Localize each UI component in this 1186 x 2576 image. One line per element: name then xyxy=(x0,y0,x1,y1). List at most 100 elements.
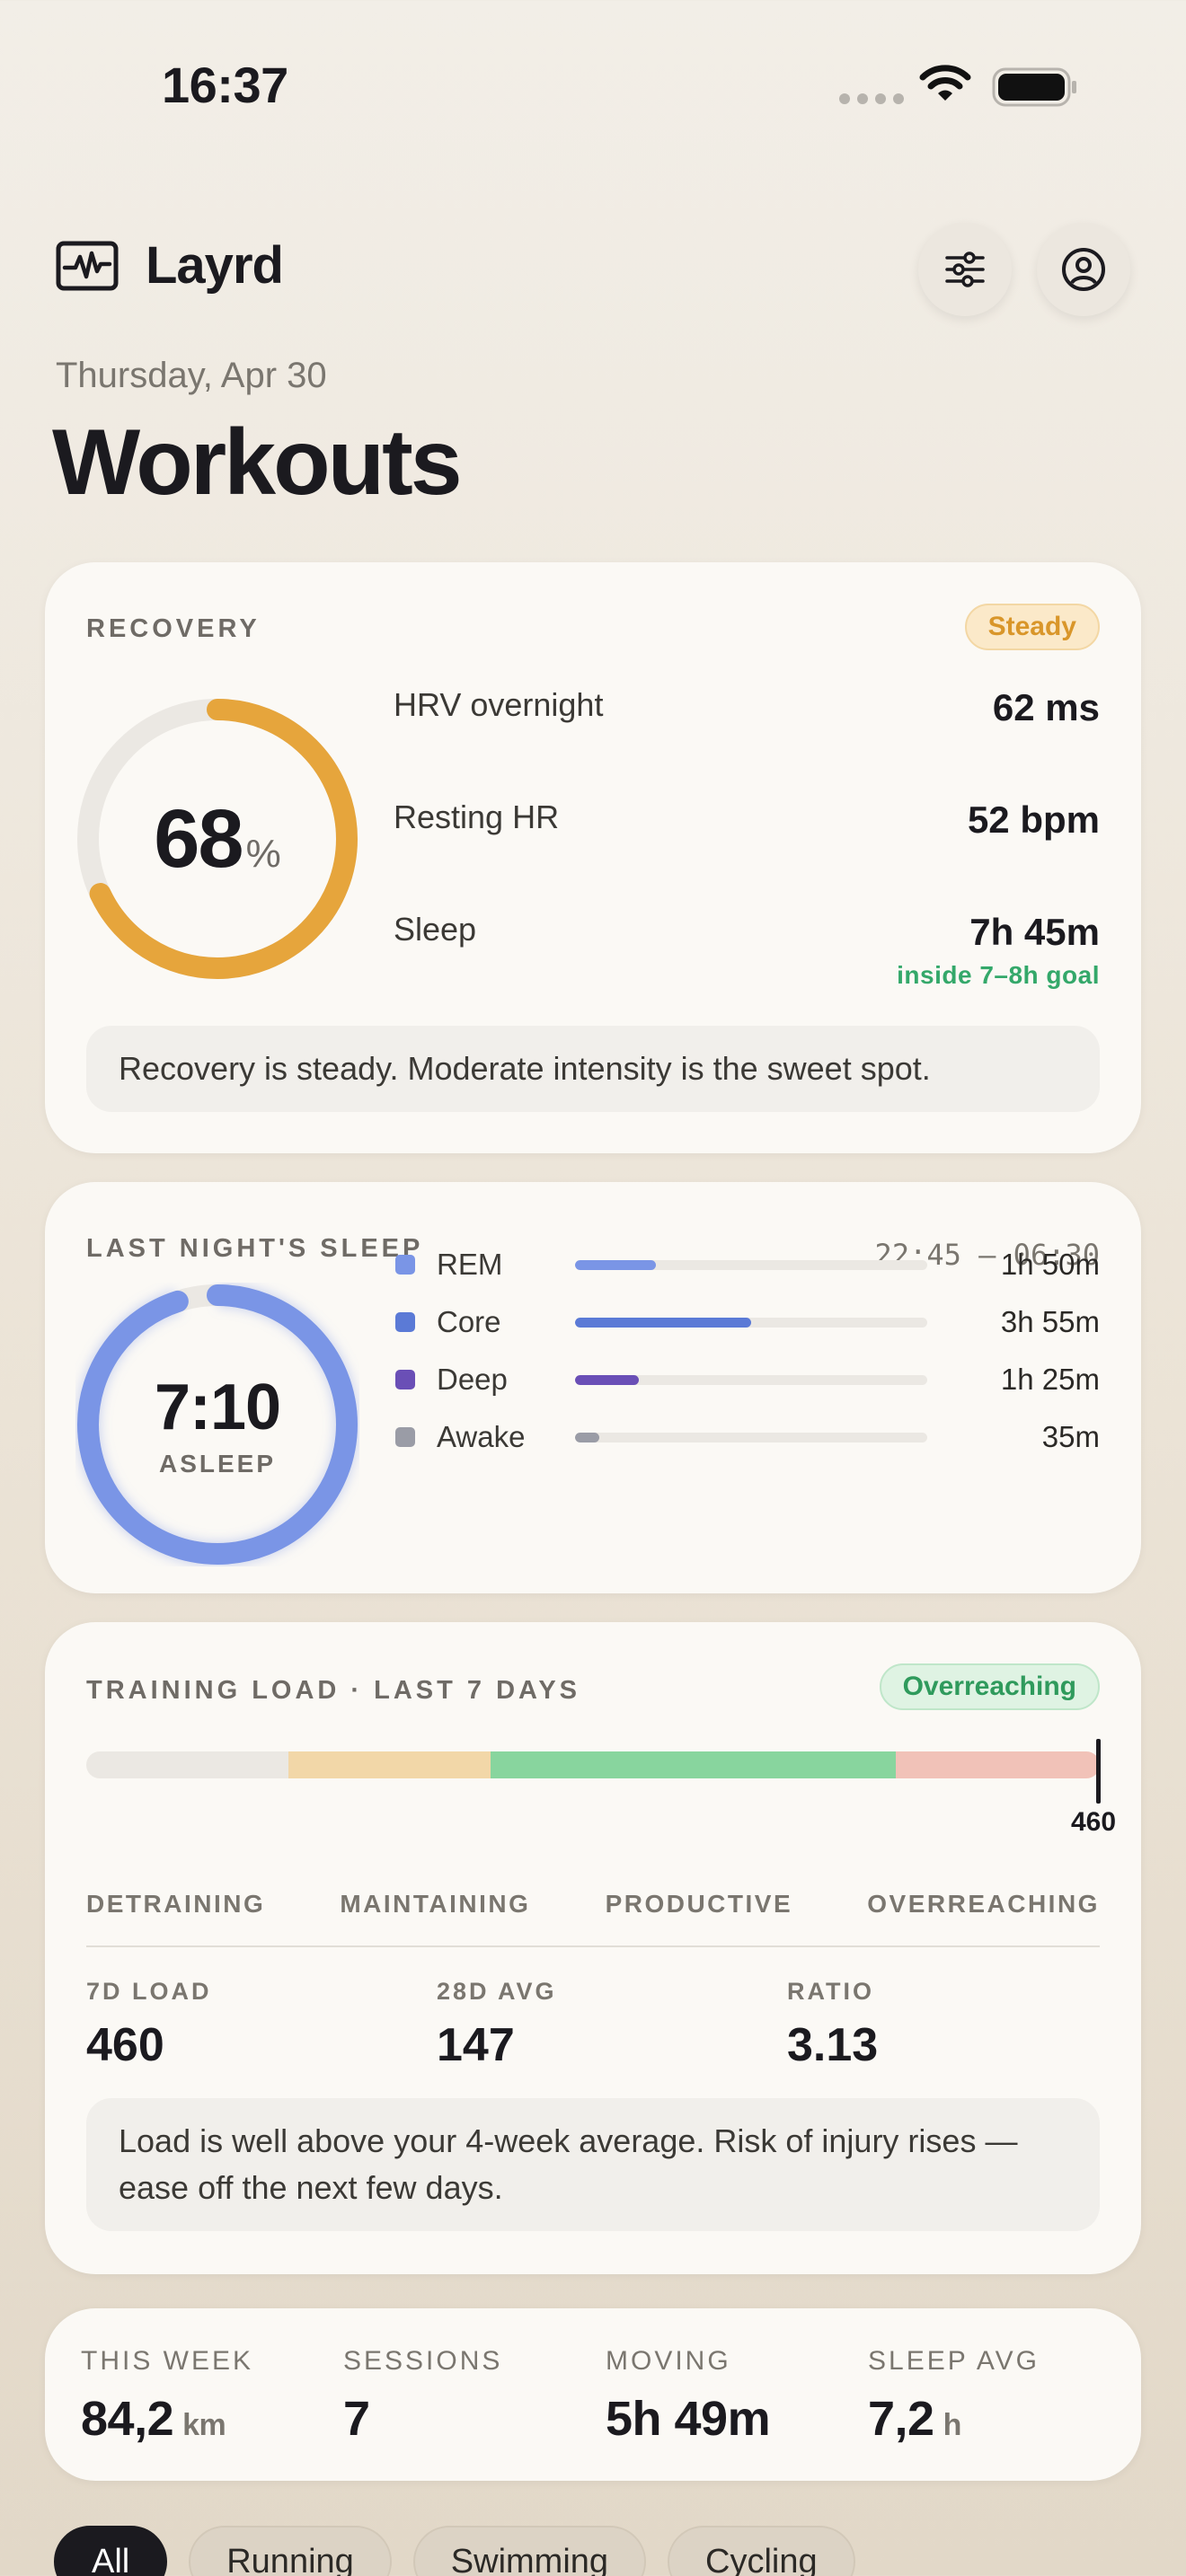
stage-bar xyxy=(575,1432,600,1442)
divider xyxy=(86,1945,1100,1947)
training-load-bar xyxy=(86,1751,1100,1778)
sleep-total: 7:10 xyxy=(154,1372,281,1443)
summary-value: 7,2 xyxy=(868,2392,934,2446)
status-bar: 16:37 xyxy=(0,0,1186,180)
summary-value: 84,2 xyxy=(81,2392,174,2446)
stat-value: 147 xyxy=(437,2019,515,2071)
activity-monitor-icon xyxy=(56,241,119,290)
metric-value: 62 ms xyxy=(992,686,1100,728)
zone-detraining xyxy=(86,1751,288,1778)
metric-name: HRV overnight xyxy=(394,686,604,723)
zone-label: OVERREACHING xyxy=(867,1890,1100,1918)
battery-icon xyxy=(992,67,1076,107)
stage-duration: 3h 55m xyxy=(1000,1305,1100,1338)
zone-productive xyxy=(491,1751,896,1778)
chip-swimming[interactable]: Swimming xyxy=(412,2526,647,2576)
training-load-label: TRAINING LOAD · LAST 7 DAYS xyxy=(86,1676,581,1705)
load-marker-value: 460 xyxy=(1071,1807,1117,1837)
summary-unit: h xyxy=(943,2408,962,2442)
stage-swatch xyxy=(395,1427,415,1447)
filter-button[interactable] xyxy=(918,223,1012,316)
brand-name: Layrd xyxy=(146,236,284,295)
recovery-score: 68 xyxy=(154,792,243,885)
stage-swatch xyxy=(395,1312,415,1332)
stage-bar xyxy=(575,1374,639,1385)
stat-label: 7D LOAD xyxy=(86,1978,212,2005)
summary-moving: MOVING 5h 49m xyxy=(606,2346,771,2447)
sleep-card[interactable]: LAST NIGHT'S SLEEP 22:45 — 06:30 7:10 AS… xyxy=(45,1182,1141,1593)
load-marker xyxy=(1096,1739,1101,1804)
sleep-stage-awake: Awake 35m xyxy=(394,1417,1100,1457)
chip-all[interactable]: All xyxy=(54,2526,168,2576)
stage-swatch xyxy=(395,1255,415,1275)
stage-name: Core xyxy=(437,1305,501,1338)
sliders-icon xyxy=(945,251,985,287)
summary-sleep-avg: SLEEP AVG 7,2 h xyxy=(868,2346,1040,2447)
summary-this-week: THIS WEEK 84,2 km xyxy=(81,2346,253,2447)
sleep-stage-rem: REM 1h 50m xyxy=(394,1245,1100,1284)
metric-value: 52 bpm xyxy=(967,798,1100,841)
summary-value: 5h 49m xyxy=(606,2392,771,2446)
training-note: Load is well above your 4-week average. … xyxy=(86,2098,1100,2231)
stat-ratio: RATIO 3.13 xyxy=(787,1978,878,2072)
stat-value: 460 xyxy=(86,2019,164,2071)
zone-label: PRODUCTIVE xyxy=(605,1890,793,1918)
chip-cycling[interactable]: Cycling xyxy=(668,2526,855,2576)
metric-sleep: Sleep 7h 45m inside 7–8h goal xyxy=(394,911,1100,990)
metric-value: 7h 45m xyxy=(969,911,1100,953)
training-status-badge: Overreaching xyxy=(879,1663,1100,1710)
recovery-note: Recovery is steady. Moderate intensity i… xyxy=(86,1026,1100,1112)
recovery-card[interactable]: RECOVERY Steady 68% HRV overnight 62 ms … xyxy=(45,562,1141,1153)
filter-chips: All Running Swimming Cycling xyxy=(54,2526,855,2576)
summary-value: 7 xyxy=(343,2392,370,2446)
stat-7d-load: 7D LOAD 460 xyxy=(86,1978,212,2072)
stage-name: Awake xyxy=(437,1420,526,1453)
stage-duration: 1h 25m xyxy=(1000,1363,1100,1396)
stage-duration: 1h 50m xyxy=(1000,1248,1100,1281)
stage-name: Deep xyxy=(437,1363,508,1396)
recovery-score-unit: % xyxy=(245,831,281,876)
training-load-card[interactable]: TRAINING LOAD · LAST 7 DAYS Overreaching… xyxy=(45,1622,1141,2274)
sleep-goal-note: inside 7–8h goal xyxy=(897,961,1100,989)
stage-duration: 35m xyxy=(1041,1420,1100,1453)
sleep-ring: 7:10 ASLEEP xyxy=(75,1283,359,1566)
stat-label: 28D AVG xyxy=(437,1978,557,2005)
signal-dots-icon xyxy=(839,93,904,104)
zone-label: DETRAINING xyxy=(86,1890,266,1918)
sleep-sub: ASLEEP xyxy=(158,1450,277,1478)
metric-resting-hr: Resting HR 52 bpm xyxy=(394,798,1100,842)
metric-name: Sleep xyxy=(394,911,477,948)
weekly-summary-card[interactable]: THIS WEEK 84,2 km SESSIONS 7 MOVING 5h 49… xyxy=(45,2308,1141,2481)
recovery-status-badge: Steady xyxy=(964,604,1100,650)
wifi-icon xyxy=(919,65,971,101)
recovery-label: RECOVERY xyxy=(86,614,261,643)
user-circle-icon xyxy=(1062,248,1105,291)
summary-label: SLEEP AVG xyxy=(868,2346,1040,2376)
brand: Layrd xyxy=(56,235,284,296)
summary-label: SESSIONS xyxy=(343,2346,503,2376)
sleep-label: LAST NIGHT'S SLEEP xyxy=(86,1234,424,1263)
page-title: Workouts xyxy=(52,410,463,515)
recovery-ring: 68% xyxy=(75,697,359,981)
stat-label: RATIO xyxy=(787,1978,874,2005)
chip-running[interactable]: Running xyxy=(189,2526,392,2576)
stat-28d-avg: 28D AVG 147 xyxy=(437,1978,557,2072)
zone-labels: DETRAINING MAINTAINING PRODUCTIVE OVERRE… xyxy=(86,1890,1100,1919)
summary-sessions: SESSIONS 7 xyxy=(343,2346,502,2447)
date-label: Thursday, Apr 30 xyxy=(56,356,327,395)
profile-button[interactable] xyxy=(1037,223,1130,316)
sleep-stage-core: Core 3h 55m xyxy=(394,1302,1100,1342)
stage-bar xyxy=(575,1317,751,1328)
summary-label: THIS WEEK xyxy=(81,2346,254,2376)
status-time: 16:37 xyxy=(162,57,288,113)
summary-label: MOVING xyxy=(606,2346,731,2376)
stage-swatch xyxy=(395,1370,415,1389)
stat-value: 3.13 xyxy=(787,2019,879,2071)
stage-name: REM xyxy=(437,1248,503,1281)
metric-name: Resting HR xyxy=(394,798,560,835)
sleep-stage-deep: Deep 1h 25m xyxy=(394,1360,1100,1399)
zone-maintaining xyxy=(288,1751,491,1778)
metric-hrv: HRV overnight 62 ms xyxy=(394,686,1100,729)
stage-bar xyxy=(575,1259,657,1270)
zone-overreaching xyxy=(896,1751,1100,1778)
